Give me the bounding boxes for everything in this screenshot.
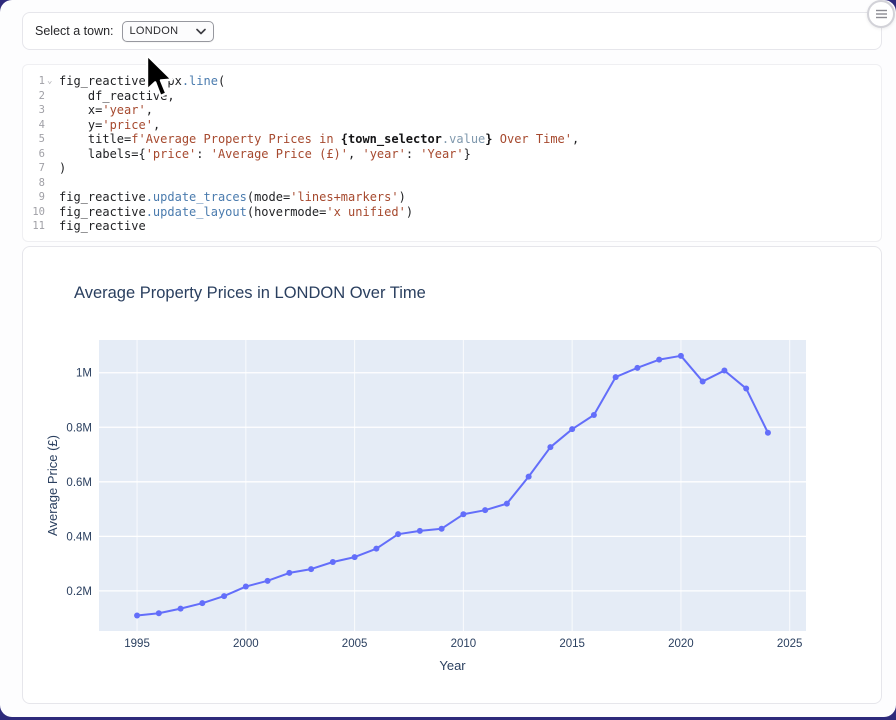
x-tick-label: 2025 [777,638,803,650]
data-point-marker [547,444,553,450]
data-point-marker [526,474,532,480]
code-line: 11fig_reactive [23,219,881,234]
data-point-marker [591,412,597,418]
code-line: 10fig_reactive.update_layout(hovermode='… [23,205,881,220]
data-point-marker [504,501,510,507]
data-point-marker [613,374,619,380]
code-line: 9fig_reactive.update_traces(mode='lines+… [23,190,881,205]
y-tick-label: 0.4M [66,531,92,543]
data-point-marker [700,378,706,384]
y-axis-title: Average Price (£) [45,435,60,536]
town-selector-cell: Select a town: LONDON [22,12,882,50]
data-point-marker [265,578,271,584]
code-line: 1⌄fig_reactive = px.line( [23,74,881,89]
chevron-down-icon [196,28,206,35]
data-point-marker [330,559,336,565]
y-tick-label: 1M [76,368,92,380]
data-point-marker [395,531,401,537]
data-point-marker [439,526,445,532]
data-point-marker [656,357,662,363]
data-point-marker [286,570,292,576]
x-tick-label: 2020 [668,638,694,650]
data-point-marker [352,554,358,560]
data-point-marker [243,584,249,590]
data-point-marker [308,566,314,572]
code-line: 4 y='price', [23,118,881,133]
code-editor-cell[interactable]: 1⌄fig_reactive = px.line(2 df_reactive,3… [22,64,882,242]
code-line: 7) [23,161,881,176]
data-point-marker [569,426,575,432]
data-point-marker [765,430,771,436]
town-select-dropdown[interactable]: LONDON [122,21,214,42]
price-chart[interactable]: 1995 2000 2005 2010 2015 2020 2025 0.2M 0.4M 0.6M… [23,247,882,704]
data-point-marker [721,368,727,374]
code-line: 3 x='year', [23,103,881,118]
code-lines: 1⌄fig_reactive = px.line(2 df_reactive,3… [23,74,881,234]
data-point-marker [199,600,205,606]
code-line: 5 title=f'Average Property Prices in {to… [23,132,881,147]
hamburger-icon [875,8,888,20]
notebook-menu-button[interactable] [867,0,895,28]
y-tick-label: 0.8M [66,422,92,434]
code-line: 6 labels={'price': 'Average Price (£)', … [23,147,881,162]
data-point-marker [634,365,640,371]
x-axis-title: Year [439,658,466,673]
x-tick-label: 2010 [451,638,477,650]
data-point-marker [417,528,423,534]
data-point-marker [460,511,466,517]
town-selector-label: Select a town: [35,24,114,38]
y-tick-label: 0.2M [66,586,92,598]
notebook-panel: Select a town: LONDON 1⌄fig_reactive = p… [0,0,896,717]
x-tick-label: 1995 [124,638,150,650]
data-point-marker [373,546,379,552]
data-point-marker [678,353,684,359]
code-line: 2 df_reactive, [23,89,881,104]
x-tick-label: 2000 [233,638,259,650]
data-point-marker [221,593,227,599]
town-select-value: LONDON [130,25,179,37]
y-tick-label: 0.6M [66,477,92,489]
x-tick-label: 2005 [342,638,368,650]
x-tick-label: 2015 [559,638,585,650]
data-point-marker [178,606,184,612]
plot-background [99,340,806,631]
data-point-marker [134,612,140,618]
code-line: 8 [23,176,881,191]
chart-output-cell: Average Property Prices in LONDON Over T… [22,246,882,704]
data-point-marker [156,610,162,616]
data-point-marker [743,386,749,392]
data-point-marker [482,507,488,513]
